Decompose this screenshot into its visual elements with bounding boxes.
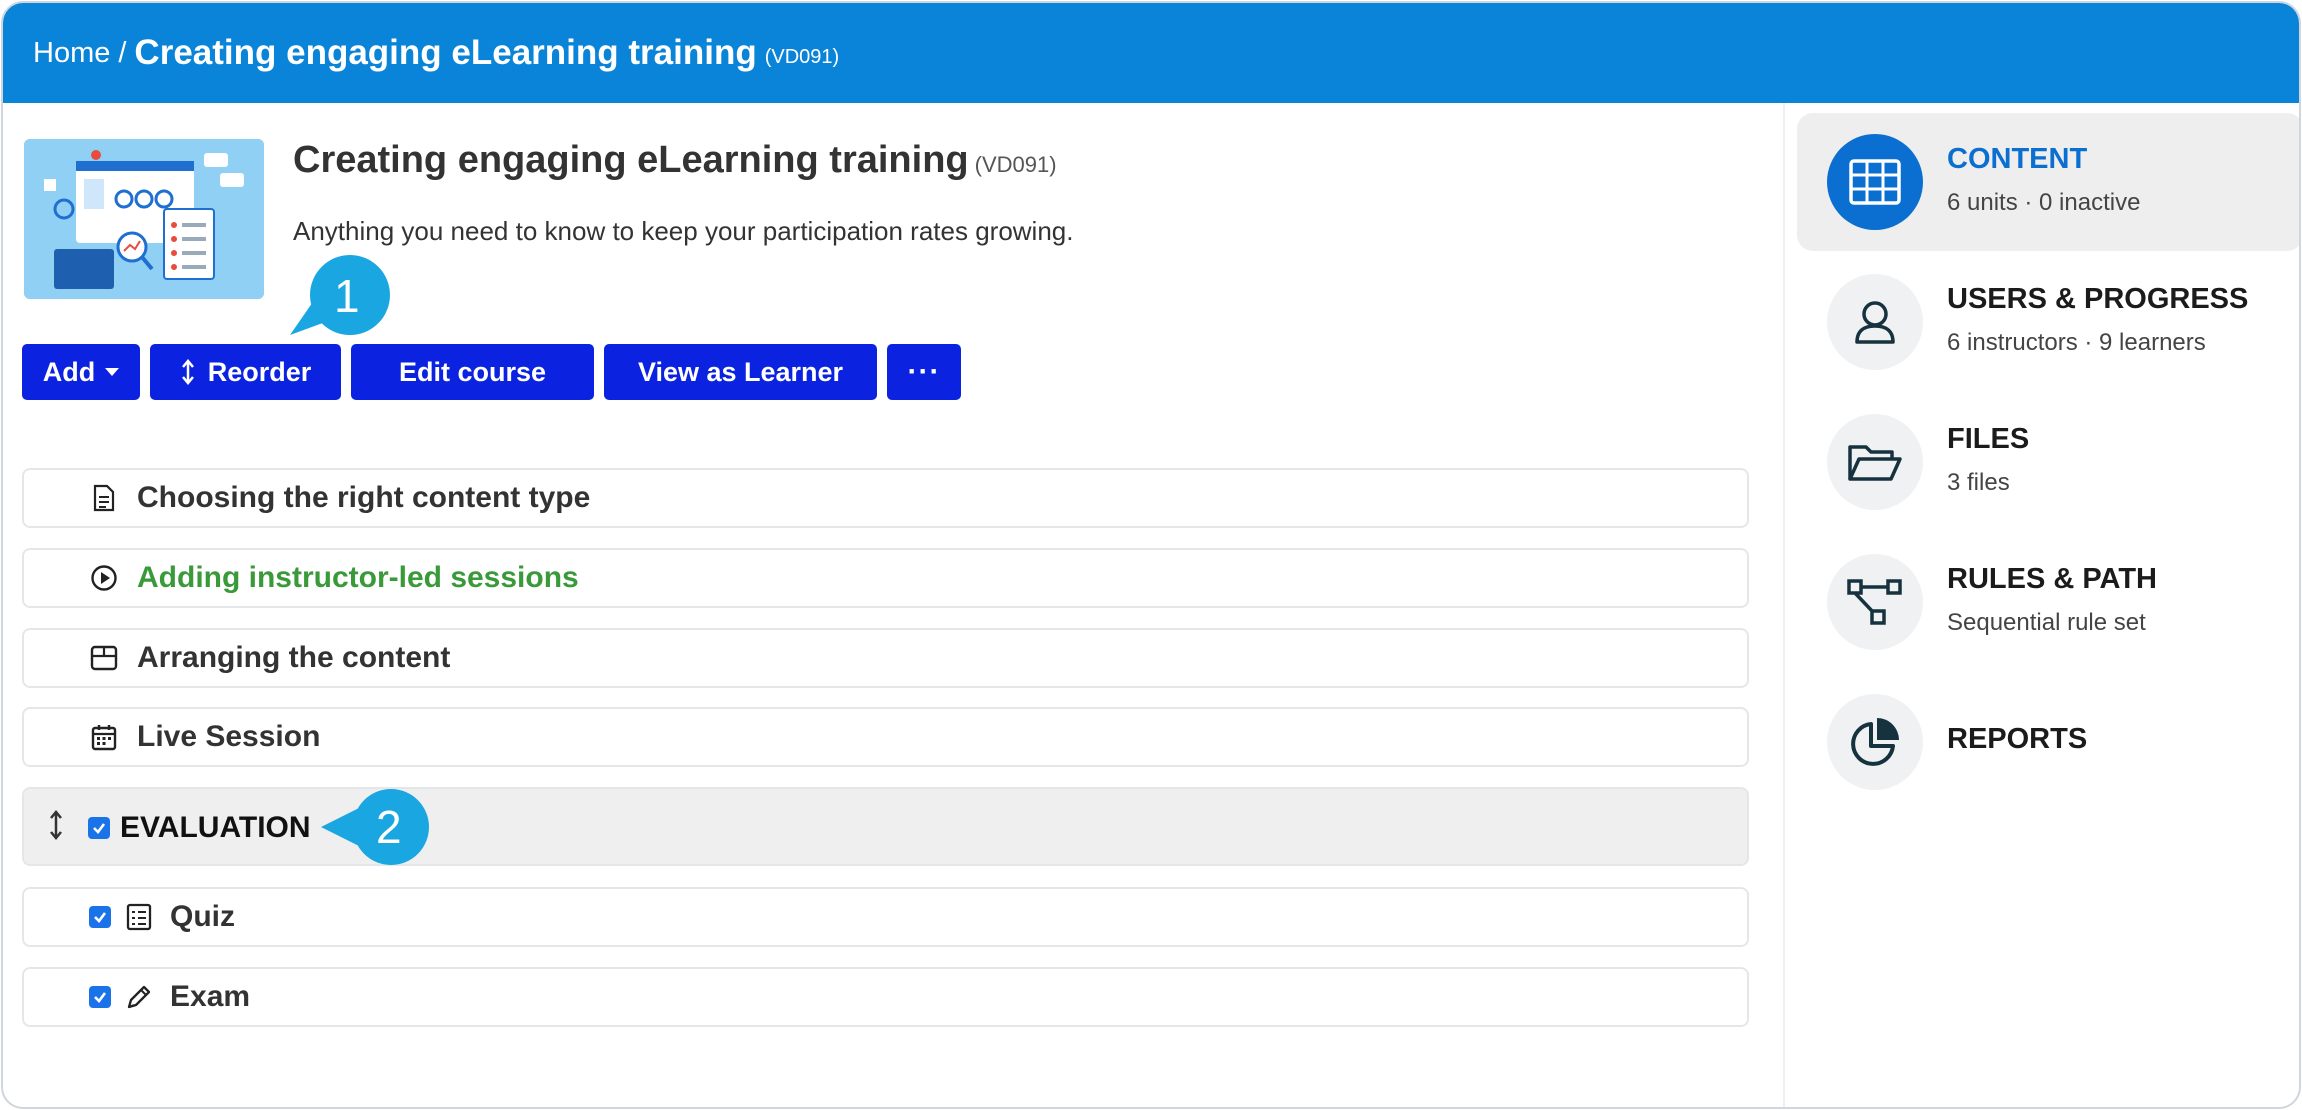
check-icon xyxy=(94,992,107,1003)
header-bar: Home / Creating engaging eLearning train… xyxy=(3,3,2299,103)
sidebar-item-content[interactable]: CONTENT 6 units · 0 inactive xyxy=(1797,113,2299,251)
reorder-button-label: Reorder xyxy=(207,356,312,387)
grid-icon xyxy=(1827,134,1923,230)
callout-marker-2: 2 xyxy=(321,787,446,867)
edit-course-button[interactable]: Edit course xyxy=(351,344,594,400)
sidebar-title: RULES & PATH xyxy=(1947,563,2157,595)
breadcrumb-code: (VD091) xyxy=(764,45,840,68)
breadcrumb-home[interactable]: Home xyxy=(33,37,110,70)
add-button[interactable]: Add xyxy=(22,344,140,400)
sidebar-item-rules-path[interactable]: RULES & PATH Sequential rule set xyxy=(1797,533,2299,671)
breadcrumb-separator: / xyxy=(118,36,127,69)
sidebar-item-users-progress[interactable]: USERS & PROGRESS 6 instructors · 9 learn… xyxy=(1797,253,2299,391)
calendar-icon xyxy=(89,722,119,752)
view-as-learner-button[interactable]: View as Learner xyxy=(604,344,877,400)
course-title: Creating engaging eLearning training (VD0… xyxy=(293,139,1057,182)
unit-label: Arranging the content xyxy=(137,641,451,674)
breadcrumb-title: Creating engaging eLearning training xyxy=(134,33,757,72)
sidebar-item-files[interactable]: FILES 3 files xyxy=(1797,393,2299,531)
section-row-evaluation[interactable]: EVALUATION xyxy=(22,787,1749,866)
course-thumbnail xyxy=(24,139,264,299)
unit-checkbox[interactable] xyxy=(89,986,111,1008)
sidebar-subtitle: 6 instructors · 9 learners xyxy=(1947,329,2206,356)
unit-label: Exam xyxy=(170,980,251,1013)
pie-chart-icon xyxy=(1827,694,1923,790)
section-label: EVALUATION xyxy=(120,811,311,844)
reorder-button[interactable]: Reorder xyxy=(150,344,341,400)
unit-row[interactable]: Live Session xyxy=(22,707,1749,767)
unit-row[interactable]: Arranging the content xyxy=(22,628,1749,688)
caret-down-icon xyxy=(105,368,120,376)
unit-label: Adding instructor-led sessions xyxy=(137,561,579,594)
play-circle-icon xyxy=(89,563,119,593)
course-toolbar: Add Reorder Edit course View as Learner … xyxy=(22,344,961,400)
sidebar-subtitle: Sequential rule set xyxy=(1947,609,2146,636)
course-title-text: Creating engaging eLearning training xyxy=(293,139,969,181)
app-window: Home / Creating engaging eLearning train… xyxy=(1,1,2301,1109)
check-icon xyxy=(94,912,107,923)
reorder-arrows-icon xyxy=(181,359,194,385)
sidebar-title: CONTENT xyxy=(1947,143,2088,175)
callout-number-1: 1 xyxy=(334,270,360,322)
sidebar-title: REPORTS xyxy=(1947,723,2088,755)
check-icon xyxy=(93,823,106,834)
flow-icon xyxy=(1827,554,1923,650)
checklist-icon xyxy=(124,902,154,932)
course-code: (VD091) xyxy=(974,152,1057,177)
user-icon xyxy=(1827,274,1923,370)
more-options-button[interactable]: ··· xyxy=(887,344,961,400)
course-description: Anything you need to know to keep your p… xyxy=(293,216,1074,246)
section-checkbox[interactable] xyxy=(88,817,110,839)
sidebar-subtitle: 3 files xyxy=(1947,469,2010,496)
add-button-label: Add xyxy=(42,356,96,387)
callout-marker-1: 1 xyxy=(286,253,396,343)
box-icon xyxy=(89,643,119,673)
sidebar-subtitle: 6 units · 0 inactive xyxy=(1947,189,2141,216)
folder-icon xyxy=(1827,414,1923,510)
drag-handle-icon[interactable] xyxy=(48,809,64,849)
document-icon xyxy=(89,483,119,513)
sidebar-title: USERS & PROGRESS xyxy=(1947,283,2249,315)
sidebar-title: FILES xyxy=(1947,423,2030,455)
course-sidebar: CONTENT 6 units · 0 inactive USERS & PRO… xyxy=(1783,103,2299,1107)
sidebar-item-reports[interactable]: REPORTS xyxy=(1797,673,2299,811)
callout-number-2: 2 xyxy=(376,801,402,853)
unit-checkbox[interactable] xyxy=(89,906,111,928)
unit-label: Quiz xyxy=(170,900,235,933)
section-unit-row[interactable]: Exam xyxy=(22,967,1749,1027)
pencil-icon xyxy=(124,982,154,1012)
unit-row[interactable]: Adding instructor-led sessions xyxy=(22,548,1749,608)
section-unit-row[interactable]: Quiz xyxy=(22,887,1749,947)
unit-label: Choosing the right content type xyxy=(137,481,591,514)
unit-row[interactable]: Choosing the right content type xyxy=(22,468,1749,528)
unit-label: Live Session xyxy=(137,720,321,753)
